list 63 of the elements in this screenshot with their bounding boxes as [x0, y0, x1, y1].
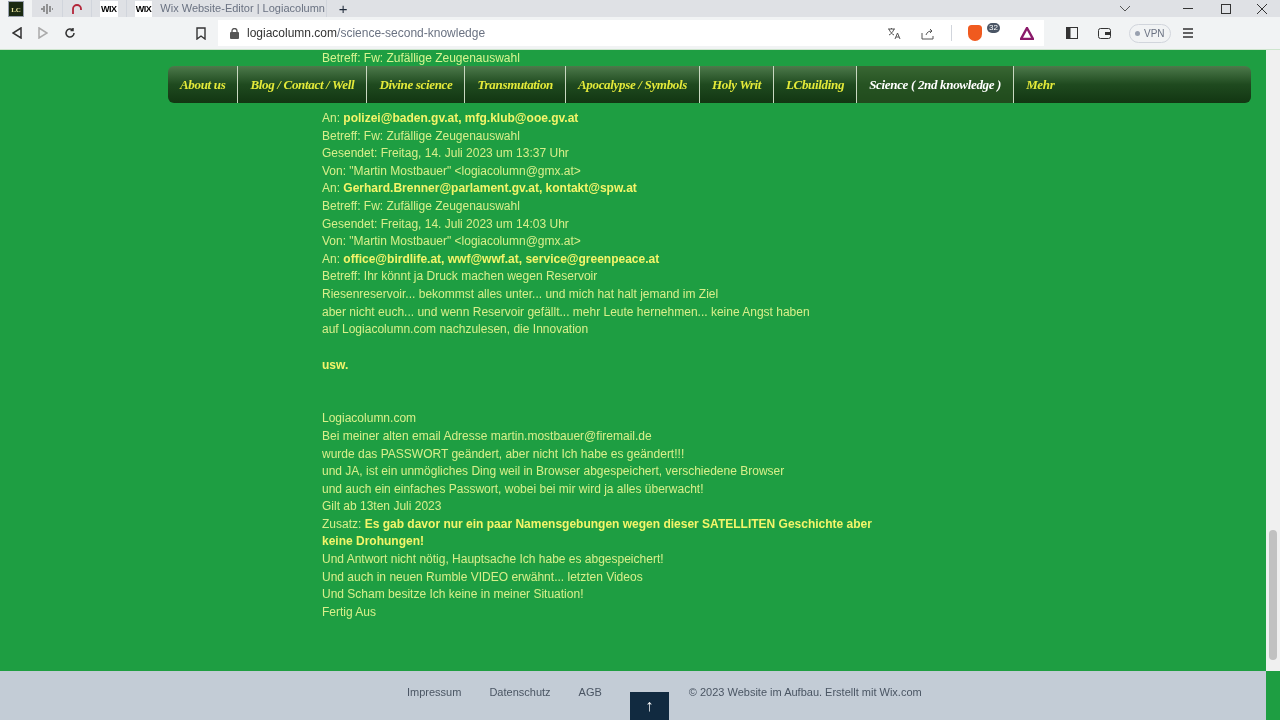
sidebar-icon[interactable]: [1066, 27, 1078, 39]
text-line: Betreff: Fw: Zufällige Zeugenauswahl: [322, 52, 520, 65]
menu-icon[interactable]: [1182, 28, 1193, 38]
footer-link[interactable]: AGB: [578, 684, 602, 701]
reload-icon[interactable]: [64, 27, 76, 39]
waveform-icon: [40, 2, 54, 15]
text-line: aber nicht euch... und wenn Reservoir gefällt... mehr Leute hernehmen... keine Angst haben: [322, 303, 811, 321]
text-line: Bei meiner alten email Adresse martin.mostbauer@firemail.de: [322, 427, 653, 445]
text-line: Fertig Aus: [322, 603, 378, 621]
text-line: Gesendet: Freitag, 14. Juli 2023 um 14:03 Uhr: [322, 215, 570, 233]
text-line: An: polizei@baden.gv.at, mfg.klub@ooe.gv.at: [322, 110, 580, 127]
text-line: An: Gerhard.Brenner@parlament.gv.at, kontakt@spw.at: [322, 180, 638, 198]
lock-icon: [230, 27, 239, 39]
nav-item[interactable]: About us: [168, 66, 239, 103]
text-line: wurde das PASSWORT geändert, aber nicht Ich habe es geändert!!!: [322, 445, 686, 463]
nav-item[interactable]: Blog / Contact / Well: [238, 66, 368, 103]
text-line: Betreff: Fw: Zufällige Zeugenauswahl: [322, 127, 521, 145]
text-line: An: office@birdlife.at, wwf@wwf.at, service@greenpeace.at: [322, 250, 661, 268]
count-badge: 32: [987, 23, 1000, 33]
nav-item[interactable]: Transmutation: [465, 66, 566, 103]
text-line: Betreff: Ihr könnt ja Druck machen wegen Reservoir: [322, 268, 599, 286]
nav-item[interactable]: Divine science: [367, 66, 466, 103]
text-line: Gilt ab 13ten Juli 2023: [322, 498, 443, 516]
translate-icon[interactable]: [887, 26, 902, 40]
footer-link[interactable]: Impressum: [407, 684, 462, 701]
site-favicon: WIX: [100, 0, 118, 17]
text-line: Und auch in neuen Rumble VIDEO erwähnt... letzten Videos: [322, 568, 644, 586]
text-line: Und Scham besitze Ich keine in meiner Situation!: [322, 586, 585, 604]
chevron-down-icon[interactable]: [1119, 4, 1131, 13]
nav-item[interactable]: LCbuilding: [774, 66, 858, 103]
share-icon[interactable]: [921, 26, 936, 40]
text-line: Und Antwort nicht nötig, Hauptsache Ich habe es abgespeichert!: [322, 551, 665, 569]
text-line: und JA, ist ein unmögliches Ding weil in Browser abgespeichert, verschiedene Browser: [322, 463, 786, 481]
nav-item[interactable]: Mehr: [1014, 66, 1067, 103]
text-line: Von: "Martin Mostbauer" <logiacolumn@gmx.at>: [322, 233, 582, 251]
text-line: Gesendet: Freitag, 14. Juli 2023 um 13:37 Uhr: [322, 145, 570, 163]
text-line: Betreff: Fw: Zufällige Zeugenauswahl: [322, 197, 521, 215]
footer-link[interactable]: Datenschutz: [489, 684, 551, 701]
nav-item[interactable]: Science ( 2nd knowledge ): [857, 66, 1015, 103]
site-favicon: WIX: [134, 0, 153, 17]
text-line: Von: "Martin Mostbauer" <logiacolumn@gmx.at>: [322, 162, 582, 180]
maximize-icon[interactable]: [1221, 3, 1231, 14]
text-line: usw.: [322, 356, 350, 374]
text-line: auf Logiacolumn.com nachzulesen, die Innovation: [322, 321, 590, 339]
wix-link[interactable]: Wix.com: [879, 686, 922, 698]
minimize-icon[interactable]: [1183, 7, 1193, 10]
text-line: und auch ein einfaches Passwort, wobei bei mir wird ja alles überwacht!: [322, 480, 705, 498]
bookmark-icon[interactable]: [196, 26, 206, 40]
scroll-top-button[interactable]: ↑: [629, 692, 669, 720]
text-line: Zusatz: Es gab davor nur ein paar Namensgebungen wegen dieser SATELLITEN Geschichte aber keine Drohungen!: [322, 515, 873, 551]
triangle-icon[interactable]: [1020, 26, 1034, 40]
copyright-text: © 2023 Website im Aufbau. Erstellt mit Wix.com: [688, 685, 922, 700]
new-tab-button[interactable]: +: [338, 1, 348, 16]
back-icon[interactable]: [12, 27, 22, 39]
nav-item[interactable]: Holy Writ: [700, 66, 774, 103]
nav-item[interactable]: Apocalypse / Symbols: [565, 66, 700, 103]
shield-button[interactable]: [968, 25, 983, 41]
arc-icon: [71, 2, 83, 15]
close-icon[interactable]: [1257, 3, 1267, 14]
text-line: Riesenreservoir... bekommst alles unter... und mich hat halt jemand im Ziel: [322, 285, 720, 303]
wallet-icon[interactable]: [1098, 27, 1111, 39]
address-field[interactable]: logiacolumn.com/science-second-knowledge 32: [218, 20, 1044, 46]
text-line: Logiacolumn.com: [322, 410, 418, 428]
